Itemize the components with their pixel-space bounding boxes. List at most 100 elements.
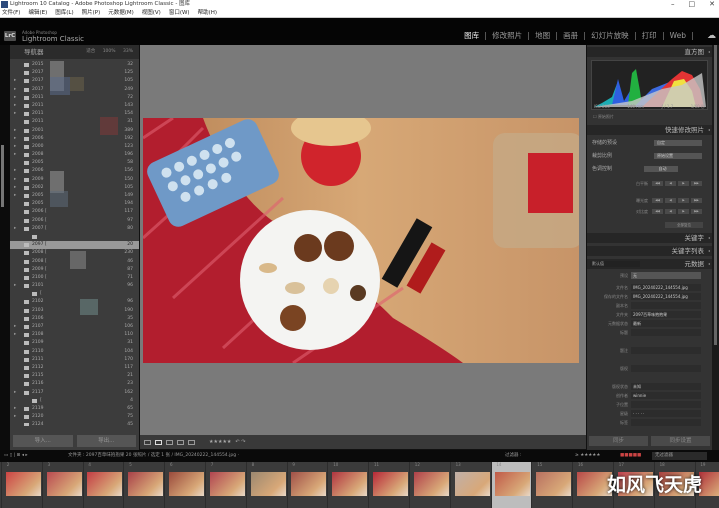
cloud-icon[interactable]: ☁: [707, 31, 716, 41]
rating-stars[interactable]: ★★★★★: [209, 439, 231, 445]
main-photo[interactable]: [143, 118, 579, 363]
folder-info[interactable]: 文件夹 : 2097百草味抱抱果 20 张照片 / 选定 1 张 / IMG_2…: [68, 450, 239, 462]
import-button[interactable]: 导入...: [13, 435, 73, 447]
folder-row[interactable]: 2006 [97: [10, 217, 139, 225]
folder-row[interactable]: ▸ 2000 123: [10, 143, 139, 151]
folder-row[interactable]: 2124 45: [10, 421, 139, 426]
people-view-icon[interactable]: [188, 439, 195, 445]
folder-row[interactable]: ▸ 2107 106: [10, 323, 139, 331]
filmstrip-thumbnail[interactable]: 7: [207, 462, 247, 508]
expand-arrow-icon[interactable]: ▸: [14, 127, 16, 135]
field-value[interactable]: · · · · ·: [631, 410, 701, 417]
export-button[interactable]: 导出...: [76, 435, 136, 447]
saved-preset-select[interactable]: 自定: [654, 140, 702, 146]
folder-row[interactable]: ▸ 2008 196: [10, 151, 139, 159]
folder-row[interactable]: [10, 233, 139, 241]
field-value[interactable]: [631, 347, 701, 354]
filmstrip-thumbnail[interactable]: 9: [288, 462, 329, 508]
expand-arrow-icon[interactable]: ▸: [14, 323, 16, 331]
folder-row[interactable]: ▸ 2007 [80: [10, 225, 139, 233]
expand-arrow-icon[interactable]: ▸: [14, 167, 16, 175]
module-tab[interactable]: 修改照片: [486, 32, 530, 40]
menu-item[interactable]: 窗口(W): [169, 9, 190, 17]
module-tab[interactable]: 打印: [636, 32, 664, 40]
folder-row[interactable]: [: [10, 290, 139, 298]
folder-row[interactable]: 2112 117: [10, 364, 139, 372]
filmstrip-thumbnail[interactable]: 6: [166, 462, 206, 508]
folder-row[interactable]: 2097 [20: [10, 241, 139, 250]
folder-row[interactable]: 2110 104: [10, 348, 139, 356]
expand-arrow-icon[interactable]: ▸: [14, 94, 16, 102]
rating-filter[interactable]: ≥ ★★★★★: [575, 450, 600, 462]
right-scrollbar[interactable]: [712, 45, 719, 450]
field-value[interactable]: [631, 365, 701, 372]
filmstrip-thumbnail[interactable]: 4: [84, 462, 125, 508]
histogram-header[interactable]: 直方图: [587, 47, 712, 57]
module-tab[interactable]: 地图: [529, 32, 558, 40]
reset-all-button[interactable]: 全部复位: [665, 222, 703, 228]
folder-row[interactable]: 2011 31: [10, 118, 139, 126]
field-value[interactable]: [631, 329, 701, 336]
filmstrip-thumbnail[interactable]: 15: [533, 462, 574, 508]
folder-row[interactable]: [4: [10, 397, 139, 405]
field-value[interactable]: 未知: [631, 383, 701, 390]
crop-select[interactable]: 原始设置: [654, 153, 702, 159]
expand-arrow-icon[interactable]: ▸: [14, 282, 16, 290]
filmstrip-thumbnail[interactable]: 12: [411, 462, 451, 508]
expand-arrow-icon[interactable]: ▸: [14, 151, 16, 159]
menu-item[interactable]: 图库(L): [55, 9, 73, 17]
exposure-buttons[interactable]: ◀◀ ◀ ▶ ▶▶: [652, 198, 702, 203]
folder-row[interactable]: 2102 96: [10, 298, 139, 306]
filter-select[interactable]: 无过滤器: [652, 452, 707, 460]
menu-item[interactable]: 帮助(H): [198, 9, 217, 17]
filmstrip-thumbnail[interactable]: 8: [248, 462, 288, 508]
folder-row[interactable]: ▸ 2011 154: [10, 110, 139, 118]
color-filter[interactable]: ■■■■■: [620, 450, 641, 462]
filmstrip-thumbnail[interactable]: 3: [44, 462, 84, 508]
left-scrollbar[interactable]: [1, 145, 4, 207]
folder-row[interactable]: 2005 194: [10, 200, 139, 208]
navigator-header[interactable]: 导航器 适合 100% 33%: [10, 45, 139, 59]
folder-row[interactable]: ▸ 2011 143: [10, 102, 139, 110]
folder-row[interactable]: 2005 58: [10, 159, 139, 167]
metadata-preset-select[interactable]: 默认值: [590, 261, 640, 267]
sync-settings-button[interactable]: 同步设置: [651, 436, 710, 446]
folder-row[interactable]: ▸ 2119 65: [10, 405, 139, 413]
field-value[interactable]: 2097百草味抱抱果: [631, 311, 701, 318]
module-tab[interactable]: 画册: [557, 32, 586, 40]
folder-row[interactable]: 2006 [117: [10, 208, 139, 216]
filmstrip-thumbnail[interactable]: 14: [492, 462, 533, 508]
sync-metadata-button[interactable]: 同步: [589, 436, 648, 446]
folder-row[interactable]: ▸ 2120 75: [10, 413, 139, 421]
expand-arrow-icon[interactable]: ▸: [14, 176, 16, 184]
folder-row[interactable]: ▸ 2101 96: [10, 282, 139, 290]
menu-item[interactable]: 视图(V): [142, 9, 161, 17]
loupe-view-icon[interactable]: [155, 439, 162, 445]
menu-item[interactable]: 编辑(E): [28, 9, 47, 17]
preset-select[interactable]: 无: [631, 272, 701, 279]
rotate-icons[interactable]: ↶ ↷: [235, 439, 245, 445]
maximize-button[interactable]: □: [689, 0, 696, 9]
expand-arrow-icon[interactable]: ▸: [14, 86, 16, 94]
compare-view-icon[interactable]: [166, 439, 173, 445]
navigator-zoom[interactable]: 适合 100% 33%: [86, 45, 133, 59]
filmstrip-thumbnail[interactable]: 11: [370, 462, 410, 508]
folder-row[interactable]: 2109 31: [10, 339, 139, 347]
field-value[interactable]: [631, 302, 701, 309]
folder-row[interactable]: ▸ 2005 149: [10, 192, 139, 200]
module-tab[interactable]: 图库: [458, 32, 487, 40]
survey-view-icon[interactable]: [177, 439, 184, 445]
folder-row[interactable]: ▸ 2011 72: [10, 94, 139, 102]
filmstrip-nav-icons[interactable]: ▭ ▯ | ⊞ ◂ ▸: [4, 450, 28, 462]
keyword-list-header[interactable]: 关键字列表: [587, 246, 712, 256]
quick-develop-header[interactable]: 快速修改照片: [587, 125, 712, 135]
folder-row[interactable]: ▸ 2002 105: [10, 184, 139, 192]
expand-arrow-icon[interactable]: ▸: [14, 143, 16, 151]
expand-arrow-icon[interactable]: ▸: [14, 225, 16, 233]
filmstrip-thumbnail[interactable]: 13: [452, 462, 492, 508]
module-tab[interactable]: 幻灯片放映: [585, 32, 636, 40]
folder-row[interactable]: ▸ 2117 162: [10, 389, 139, 397]
field-value[interactable]: IMG_20240222_144554.jpg: [631, 293, 701, 300]
expand-arrow-icon[interactable]: ▸: [14, 192, 16, 200]
folder-row[interactable]: ▸ 2009 150: [10, 176, 139, 184]
